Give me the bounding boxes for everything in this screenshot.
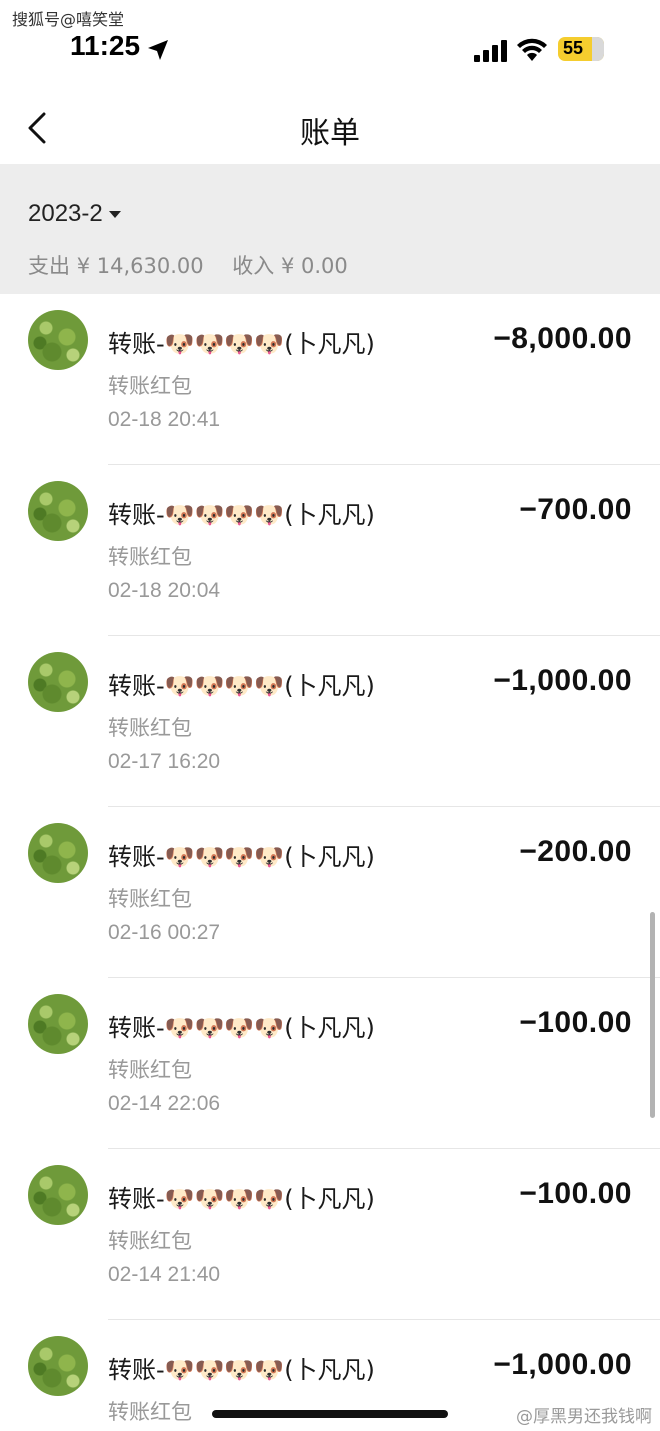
expense-value: ¥ 14,630.00 (76, 254, 204, 278)
transaction-type: 转账红包 (108, 1058, 192, 1082)
avatar (28, 481, 88, 541)
transaction-amount: −1,000.00 (493, 1348, 632, 1381)
battery-icon: 55 (558, 37, 604, 61)
transaction-type: 转账红包 (108, 374, 192, 398)
transaction-time: 02-18 20:04 (108, 579, 221, 602)
battery-empty-portion (592, 37, 604, 61)
transaction-amount: −200.00 (519, 835, 632, 868)
watermark-bottom: @厚黑男还我钱啊 (516, 1407, 652, 1427)
expense-label: 支出 (28, 254, 70, 278)
avatar (28, 310, 88, 370)
avatar (28, 652, 88, 712)
nav-bar: 账单 (0, 90, 660, 164)
transaction-amount: −100.00 (519, 1177, 632, 1210)
transaction-title: 转账-🐶🐶🐶🐶(卜凡凡) (108, 1185, 375, 1213)
transaction-title: 转账-🐶🐶🐶🐶(卜凡凡) (108, 330, 375, 358)
battery-level: 55 (563, 38, 584, 58)
transaction-title: 转账-🐶🐶🐶🐶(卜凡凡) (108, 1356, 375, 1384)
transaction-type: 转账红包 (108, 716, 192, 740)
transaction-time: 02-18 20:41 (108, 408, 221, 431)
income-label: 收入 (232, 254, 275, 278)
list-item[interactable]: 转账-🐶🐶🐶🐶(卜凡凡) 转账红包 02-16 00:27 −200.00 (0, 807, 660, 978)
transaction-title: 转账-🐶🐶🐶🐶(卜凡凡) (108, 843, 375, 871)
transaction-title: 转账-🐶🐶🐶🐶(卜凡凡) (108, 1014, 375, 1042)
income-value: ¥ 0.00 (280, 254, 348, 278)
transaction-amount: −1,000.00 (493, 664, 632, 697)
month-selector[interactable]: 2023-2 (28, 200, 121, 228)
list-item[interactable]: 转账-🐶🐶🐶🐶(卜凡凡) 转账红包 02-18 20:41 −8,000.00 (0, 294, 660, 465)
avatar (28, 994, 88, 1054)
watermark-top: 搜狐号@嘻笑堂 (12, 10, 125, 29)
transaction-type: 转账红包 (108, 1229, 192, 1253)
transaction-type: 转账红包 (108, 887, 192, 911)
avatar (28, 1165, 88, 1225)
status-time: 11:25 (70, 30, 141, 61)
transaction-title: 转账-🐶🐶🐶🐶(卜凡凡) (108, 672, 375, 700)
transaction-type: 转账红包 (108, 1400, 192, 1424)
transaction-time: 02-14 21:40 (108, 1263, 221, 1286)
wifi-icon (517, 38, 547, 61)
caret-down-icon (108, 211, 121, 219)
location-arrow-icon (148, 40, 168, 60)
transaction-time: 02-16 00:27 (108, 921, 221, 944)
month-label: 2023-2 (28, 200, 103, 227)
avatar (28, 1336, 88, 1396)
transaction-amount: −700.00 (519, 493, 632, 526)
home-indicator[interactable] (212, 1410, 448, 1418)
avatar (28, 823, 88, 883)
cellular-signal-icon (474, 40, 507, 62)
transaction-title: 转账-🐶🐶🐶🐶(卜凡凡) (108, 501, 375, 529)
list-item[interactable]: 转账-🐶🐶🐶🐶(卜凡凡) 转账红包 02-14 22:06 −100.00 (0, 978, 660, 1149)
transaction-amount: −100.00 (519, 1006, 632, 1039)
list-item[interactable]: 转账-🐶🐶🐶🐶(卜凡凡) 转账红包 02-14 21:40 −100.00 (0, 1149, 660, 1320)
transaction-type: 转账红包 (108, 545, 192, 569)
transaction-time: 02-14 22:06 (108, 1092, 221, 1115)
list-item[interactable]: 转账-🐶🐶🐶🐶(卜凡凡) 转账红包 02-18 20:04 −700.00 (0, 465, 660, 636)
page-title: 账单 (300, 116, 360, 151)
month-summary: 2023-2 支出 ¥ 14,630.00 收入 ¥ 0.00 (0, 164, 660, 294)
totals: 支出 ¥ 14,630.00 收入 ¥ 0.00 (28, 250, 348, 280)
list-item[interactable]: 转账-🐶🐶🐶🐶(卜凡凡) 转账红包 02-17 16:20 −1,000.00 (0, 636, 660, 807)
scrollbar[interactable] (650, 912, 655, 1118)
transaction-time: 02-17 16:20 (108, 750, 221, 773)
transaction-amount: −8,000.00 (493, 322, 632, 355)
bill-page: 11:25 55 搜狐号@嘻笑堂 账单 2023-2 支出 ¥ 14,630.0… (0, 0, 660, 1431)
